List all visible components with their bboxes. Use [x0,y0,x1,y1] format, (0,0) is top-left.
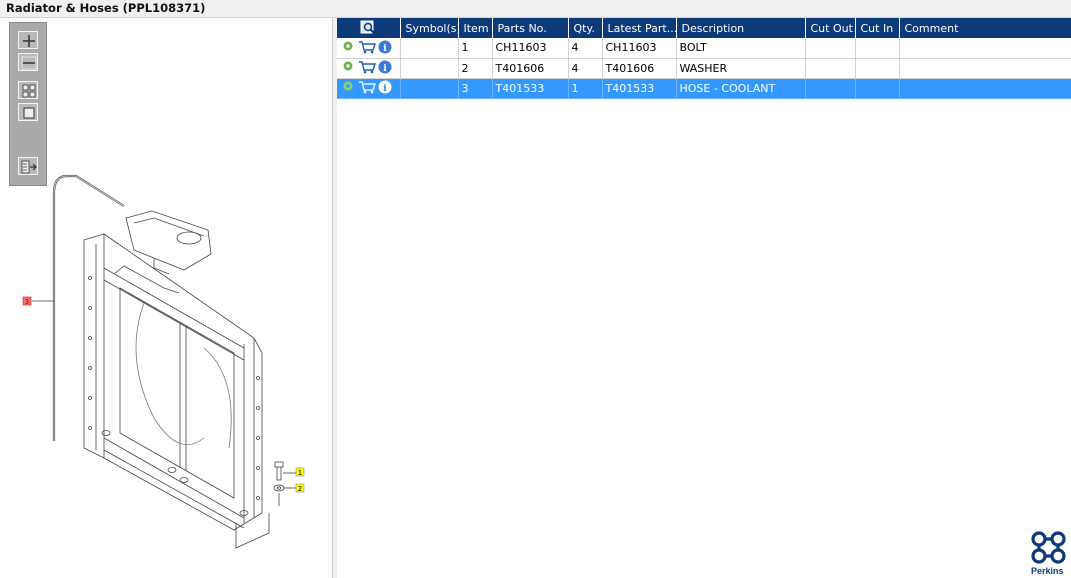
info-icon[interactable]: i [378,40,392,57]
parts-list-pane: Symbol(s) Item Parts No. Qty. Latest Par… [337,18,1071,578]
cell-cut-out [805,78,856,99]
cell-description: WASHER [676,58,806,79]
table-row[interactable]: i 2 T401606 4 T401606 WASHER [337,58,1071,79]
svg-text:i: i [383,44,387,54]
zoom-out-icon [21,56,37,70]
export-icon [21,160,37,174]
exploded-view-drawing[interactable]: 1 2 3 [4,18,333,578]
zoom-in-button[interactable] [18,31,38,49]
cell-cut-in [855,38,900,59]
row-actions: i [337,58,401,79]
shopping-cart-icon[interactable] [358,80,376,97]
svg-text:i: i [383,84,387,94]
cell-part-no: T401533 [492,78,569,99]
cell-comment [899,78,1071,99]
callout-1[interactable]: 1 [298,469,302,477]
cell-comment [899,58,1071,79]
cell-qty: 4 [568,38,603,59]
cell-cut-out [805,38,856,59]
search-parts-icon[interactable] [360,20,376,34]
cell-comment [899,38,1071,59]
column-header-cut-in[interactable]: Cut In [855,18,900,38]
row-actions: i [337,38,401,59]
zoom-in-icon [23,35,35,47]
cell-part-no: T401606 [492,58,569,79]
cell-description: HOSE - COOLANT [676,78,806,99]
cell-symbols [400,58,459,79]
column-header-item[interactable]: Item [458,18,493,38]
drawing-toolbar [9,22,47,186]
column-header-symbols[interactable]: Symbol(s) [400,18,459,38]
cell-item: 2 [458,58,493,79]
gear-icon[interactable] [342,40,354,55]
cell-part-no: CH11603 [492,38,569,59]
fit-view-icon [22,84,36,98]
gear-icon[interactable] [342,80,354,95]
row-actions: i [337,78,401,99]
actual-size-button[interactable] [18,103,38,121]
cell-qty: 1 [568,78,603,99]
callout-3[interactable]: 3 [25,298,29,306]
table-header: Symbol(s) Item Parts No. Qty. Latest Par… [337,18,1071,38]
window-title: Radiator & Hoses (PPL108371) [6,1,206,15]
column-header-comment[interactable]: Comment [899,18,1071,38]
gear-icon[interactable] [342,60,354,75]
perkins-logo-icon [1031,531,1066,564]
cell-latest-part: T401606 [602,58,677,79]
table-row[interactable]: i 1 CH11603 4 CH11603 BOLT [337,38,1071,59]
shopping-cart-icon[interactable] [358,40,376,57]
actual-size-icon [23,107,35,119]
zoom-out-button[interactable] [18,53,38,71]
cell-item: 3 [458,78,493,99]
column-header-parts-no[interactable]: Parts No. [492,18,569,38]
drawing-pane[interactable]: 1 2 3 [4,18,333,578]
column-header-cut-out[interactable]: Cut Out [805,18,856,38]
cell-item: 1 [458,38,493,59]
column-header-actions[interactable] [337,18,401,38]
info-icon[interactable]: i [378,80,392,97]
export-button[interactable] [18,157,38,175]
title-bar: Radiator & Hoses (PPL108371) [0,0,1071,18]
cell-cut-out [805,58,856,79]
column-header-description[interactable]: Description [676,18,806,38]
shopping-cart-icon[interactable] [358,60,376,77]
fit-view-button[interactable] [18,81,38,99]
column-header-latest-part[interactable]: Latest Part... [602,18,677,38]
table-row-selected[interactable]: i 3 T401533 1 T401533 HOSE - COOLANT [337,78,1071,99]
info-icon[interactable]: i [378,60,392,77]
cell-description: BOLT [676,38,806,59]
cell-latest-part: T401533 [602,78,677,99]
cell-cut-in [855,78,900,99]
svg-text:i: i [383,64,387,74]
cell-symbols [400,78,459,99]
column-header-qty[interactable]: Qty. [568,18,603,38]
parts-table: Symbol(s) Item Parts No. Qty. Latest Par… [337,18,1071,99]
callout-2[interactable]: 2 [298,485,302,493]
cell-symbols [400,38,459,59]
brand-name: Perkins [1031,566,1064,576]
cell-cut-in [855,58,900,79]
cell-qty: 4 [568,58,603,79]
perkins-logo: Perkins [1028,530,1070,576]
cell-latest-part: CH11603 [602,38,677,59]
